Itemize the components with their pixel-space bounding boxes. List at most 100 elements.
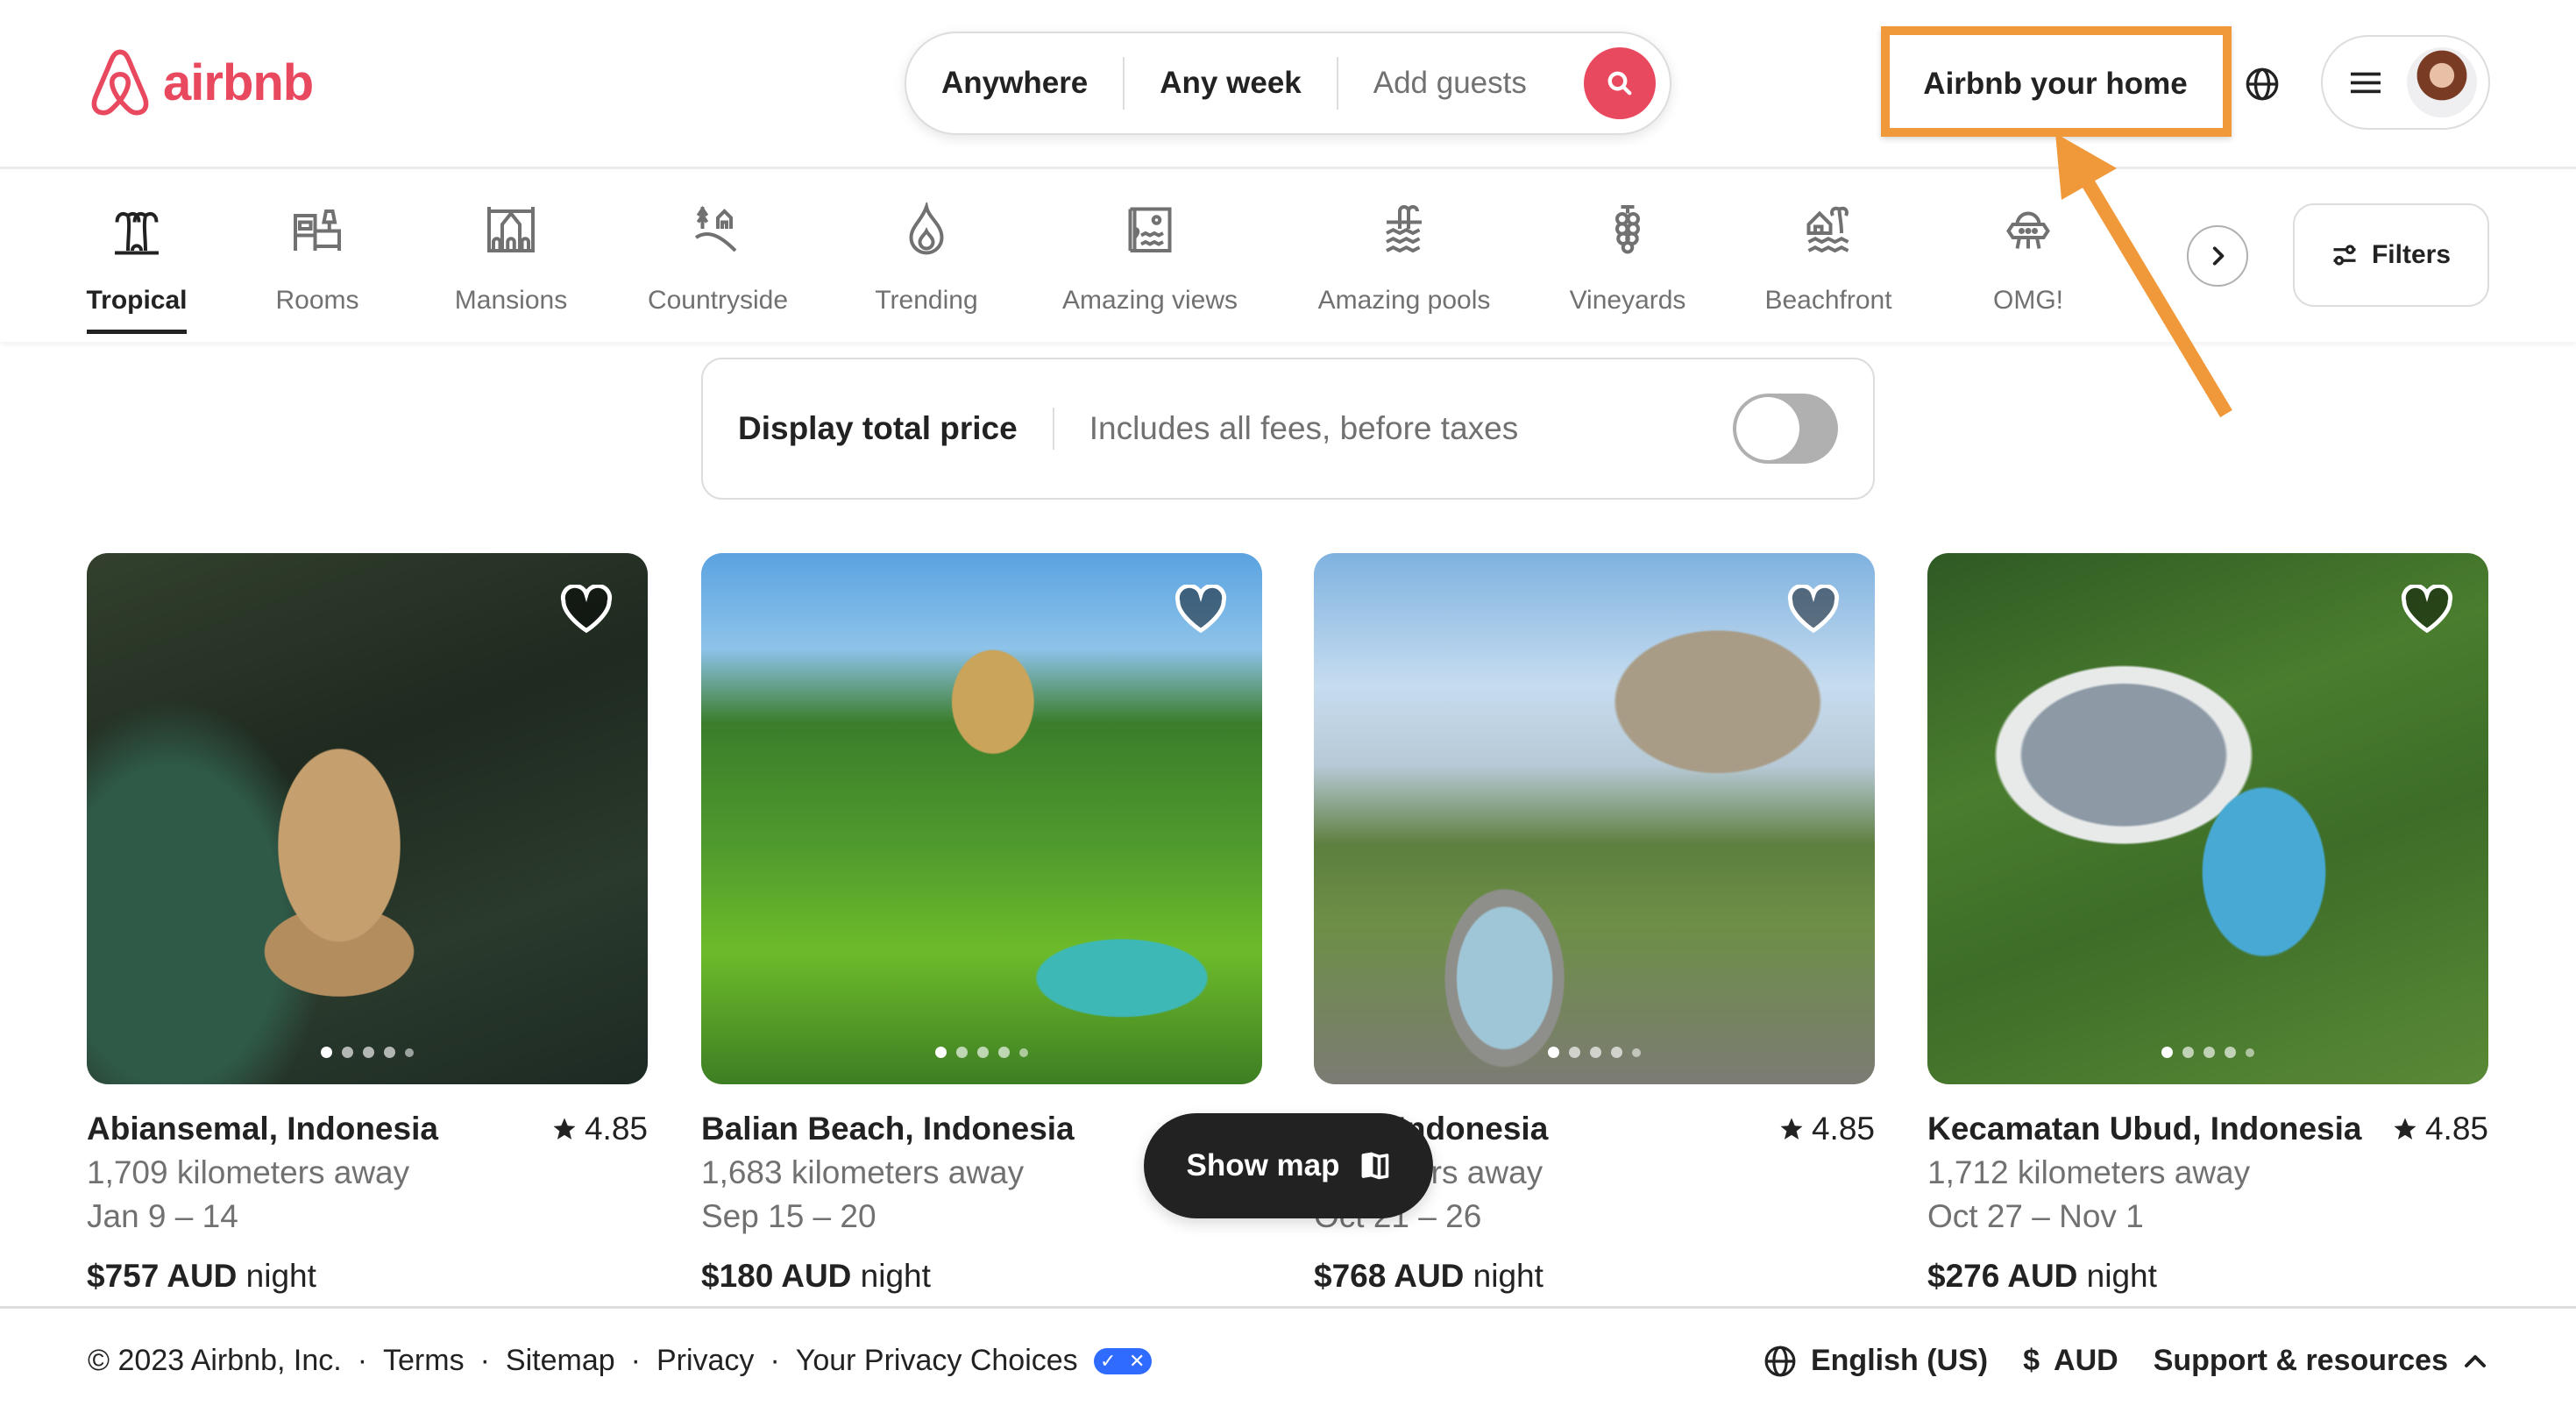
listing-photo[interactable] [87,553,648,1084]
carousel-dot[interactable] [2203,1047,2215,1058]
carousel-dot[interactable] [405,1047,414,1057]
footer-support-button[interactable]: Support & resources [2154,1344,2488,1378]
footer-separator: · [770,1344,780,1377]
listing-location: Kecamatan Ubud, Indonesia [1927,1111,2362,1147]
carousel-dot[interactable] [1019,1047,1028,1057]
footer-currency-button[interactable]: $ AUD [2023,1344,2118,1378]
footer-language-label: English (US) [1810,1344,1989,1377]
carousel-dot[interactable] [1590,1047,1601,1058]
heart-icon[interactable] [1174,585,1227,634]
category-label: Amazing pools [1317,286,1491,315]
carousel-dot[interactable] [1611,1047,1622,1058]
rating-value: 4.85 [2424,1111,2488,1147]
listing-card[interactable]: Kecamatan Ubud, Indonesia 4.85 1,712 kil… [1927,553,2488,1295]
carousel-dot[interactable] [1569,1047,1580,1058]
sliders-icon [2333,245,2356,266]
price-unit: night [1473,1258,1543,1294]
carousel-dot[interactable] [363,1047,374,1058]
footer-link-privacy[interactable]: Privacy [656,1344,754,1378]
category-rooms[interactable]: Rooms [221,198,414,316]
carousel-dot[interactable] [2246,1047,2254,1057]
countryside-house-icon [692,198,744,259]
footer-copyright: © 2023 Airbnb, Inc. [88,1344,342,1377]
top-header: airbnb Anywhere Any week Add guests Airb… [0,0,2576,169]
currency-label: AUD [2054,1344,2118,1377]
category-amazing-views[interactable]: Amazing views [1054,198,1246,316]
listing-location: Abiansemal, Indonesia [87,1111,438,1147]
photo-carousel-dots [1314,1047,1875,1058]
carousel-dot[interactable] [2161,1047,2173,1058]
star-icon [1780,1118,1803,1140]
filters-label: Filters [2371,240,2452,269]
airbnb-your-home-link[interactable]: Airbnb your home [1893,44,2218,124]
category-amazing-pools[interactable]: Amazing pools [1308,198,1501,316]
listing-rating: 4.85 [1778,1111,1875,1147]
display-total-price-panel: Display total price Includes all fees, b… [701,358,1875,500]
listing-photo[interactable] [701,553,1262,1084]
carousel-dot[interactable] [342,1047,353,1058]
category-vineyards[interactable]: Vineyards [1531,198,1724,316]
category-label: Trending [875,286,978,315]
show-map-button[interactable]: Show map [1144,1113,1433,1218]
search-bar[interactable]: Anywhere Any week Add guests [905,32,1671,135]
listing-rating: 4.85 [551,1111,648,1147]
category-label: Beachfront [1764,286,1892,315]
category-label: Countryside [647,286,789,315]
photo-carousel-dots [1927,1047,2488,1058]
listing-distance: 1,712 kilometers away [1927,1154,2251,1190]
listing-dates: Oct 27 – Nov 1 [1927,1198,2144,1234]
carousel-dot[interactable] [956,1047,968,1058]
carousel-dot[interactable] [2225,1047,2236,1058]
heart-icon[interactable] [1787,585,1840,634]
carousel-dot[interactable] [1632,1047,1641,1057]
airbnb-logo[interactable]: airbnb [88,46,314,119]
search-where[interactable]: Anywhere [906,66,1123,101]
airbnb-wordmark: airbnb [163,53,314,111]
category-label: Tropical [86,286,188,315]
category-omg[interactable]: OMG! [1932,198,2125,316]
carousel-dot[interactable] [998,1047,1010,1058]
search-button[interactable] [1584,47,1656,119]
category-mansions[interactable]: Mansions [415,198,607,316]
listing-photo[interactable] [1314,553,1875,1084]
carousel-dot[interactable] [935,1047,947,1058]
filters-button[interactable]: Filters [2293,203,2489,307]
category-beachfront[interactable]: Beachfront [1732,198,1925,316]
carousel-dot[interactable] [321,1047,332,1058]
hamburger-menu-icon [2351,72,2381,94]
flame-icon [900,198,953,259]
listing-photo[interactable] [1927,553,2488,1084]
language-button[interactable] [2239,61,2285,107]
price-unit: night [245,1258,316,1294]
carousel-dot[interactable] [2182,1047,2194,1058]
privacy-choices-icon[interactable]: ✓ ✕ [1093,1347,1152,1374]
pool-ladder-icon [1378,198,1430,259]
display-total-price-toggle[interactable] [1733,394,1838,464]
globe-icon [2246,67,2279,101]
star-icon [2394,1118,2416,1140]
user-menu-button[interactable] [2321,35,2490,130]
footer-link-privacy-choices[interactable]: Your Privacy Choices [796,1344,1078,1378]
heart-icon[interactable] [560,585,613,634]
category-countryside[interactable]: Countryside [621,198,814,316]
category-next-button[interactable] [2187,225,2248,287]
footer-link-sitemap[interactable]: Sitemap [506,1344,615,1378]
heart-icon[interactable] [2401,585,2453,634]
footer-language-button[interactable]: English (US) [1763,1344,1988,1378]
listing-card[interactable]: Abiansemal, Indonesia 4.85 1,709 kilomet… [87,553,648,1295]
category-label: Amazing views [1061,286,1238,315]
bed-lamp-icon [291,198,344,259]
footer-separator: · [479,1344,490,1377]
category-tropical[interactable]: Tropical [40,198,233,334]
star-icon [553,1118,576,1140]
carousel-dot[interactable] [384,1047,395,1058]
search-guests[interactable]: Add guests [1338,66,1562,101]
listing-location: Balian Beach, Indonesia [701,1111,1075,1147]
carousel-dot[interactable] [977,1047,989,1058]
search-when[interactable]: Any week [1125,66,1336,101]
ufo-icon [2002,198,2054,259]
footer-link-terms[interactable]: Terms [383,1344,465,1378]
carousel-dot[interactable] [1548,1047,1559,1058]
category-trending[interactable]: Trending [830,198,1023,316]
price-amount: $180 AUD [701,1258,852,1294]
